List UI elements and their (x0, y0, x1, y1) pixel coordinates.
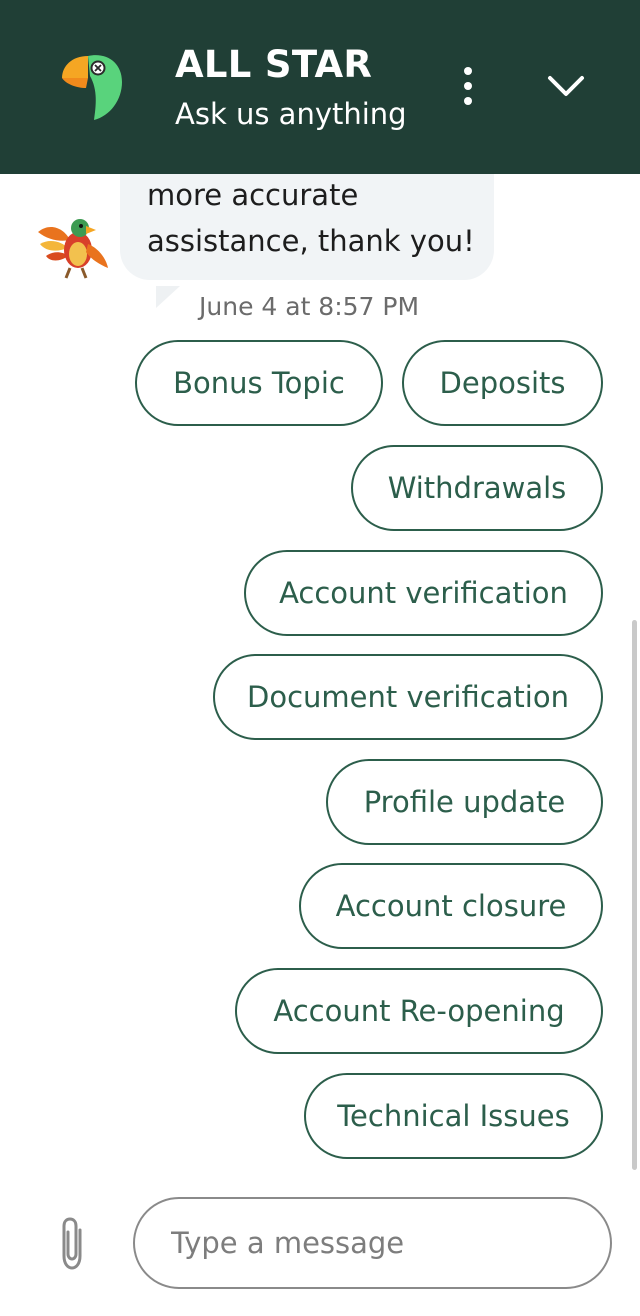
message-text: more accurate (147, 178, 359, 212)
quick-reply-document-verification[interactable]: Document verification (213, 654, 603, 740)
paperclip-icon[interactable] (54, 1216, 90, 1272)
more-vertical-icon[interactable] (448, 62, 488, 110)
quick-reply-account-reopening[interactable]: Account Re-opening (235, 968, 603, 1054)
chat-title: ALL STAR (175, 43, 373, 86)
chat-widget: ALL STAR Ask us anything more accurate a… (0, 0, 640, 1316)
quick-reply-bonus-topic[interactable]: Bonus Topic (135, 340, 383, 426)
quick-reply-account-closure[interactable]: Account closure (299, 863, 603, 949)
chat-header: ALL STAR Ask us anything (0, 0, 640, 174)
chevron-down-icon[interactable] (540, 62, 592, 110)
message-composer (0, 1176, 640, 1316)
message-timestamp: June 4 at 8:57 PM (199, 292, 420, 321)
parrot-logo-icon (62, 55, 122, 120)
quick-reply-deposits[interactable]: Deposits (402, 340, 603, 426)
quick-reply-technical-issues[interactable]: Technical Issues (304, 1073, 603, 1159)
parrot-avatar-icon (38, 219, 108, 279)
scrollbar[interactable] (632, 620, 637, 1170)
message-input[interactable] (133, 1197, 612, 1289)
message-text: assistance, thank you! (147, 224, 475, 258)
quick-reply-withdrawals[interactable]: Withdrawals (351, 445, 603, 531)
message-list: more accurate assistance, thank you! Jun… (0, 134, 640, 1174)
quick-reply-profile-update[interactable]: Profile update (326, 759, 603, 845)
quick-reply-account-verification[interactable]: Account verification (244, 550, 603, 636)
bubble-tail (156, 286, 180, 308)
chat-subtitle: Ask us anything (175, 97, 407, 131)
